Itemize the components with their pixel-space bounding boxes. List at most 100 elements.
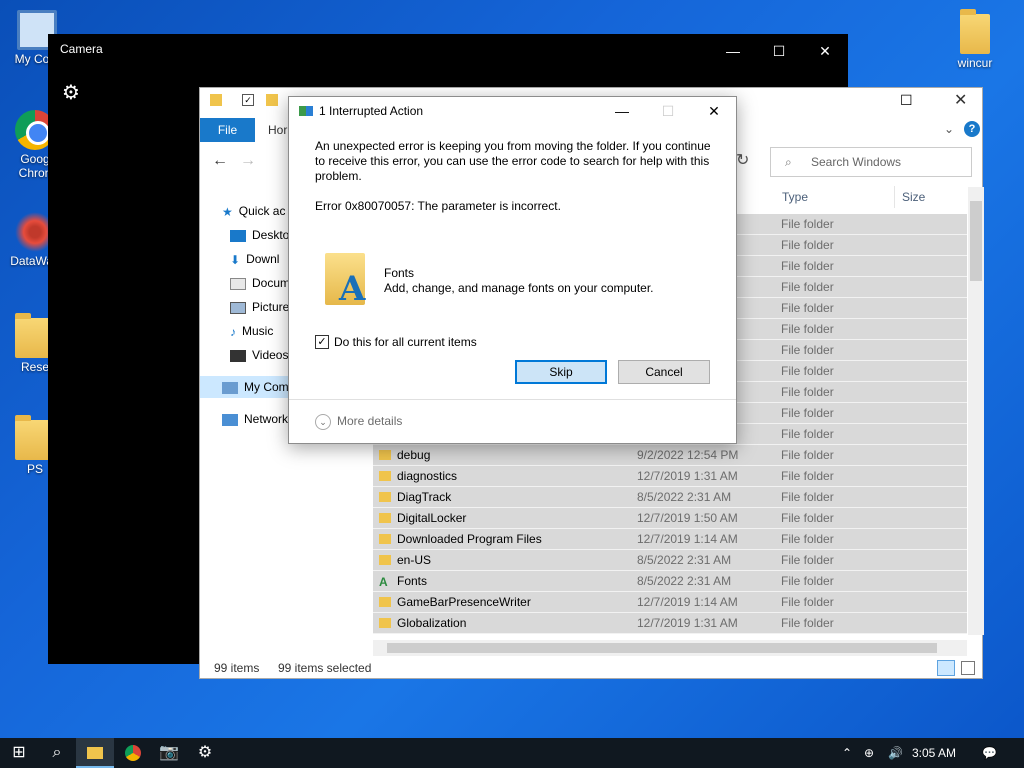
folder-icon: [379, 618, 391, 628]
close-button[interactable]: ✕: [802, 38, 848, 64]
scroll-thumb[interactable]: [387, 643, 937, 653]
sidebar-item-videos[interactable]: Videos: [230, 344, 288, 366]
skip-button[interactable]: Skip: [515, 360, 607, 384]
search-icon: ⌕: [52, 744, 62, 761]
table-row[interactable]: Downloaded Program Files 12/7/2019 1:14 A…: [373, 529, 967, 550]
notifications-icon[interactable]: 💬: [982, 738, 997, 768]
error-code: Error 0x80070057: The parameter is incor…: [315, 199, 561, 213]
dialog-message: An unexpected error is keeping you from …: [315, 139, 711, 183]
column-header-size[interactable]: Size: [902, 186, 925, 208]
search-button[interactable]: ⌕: [38, 738, 76, 768]
tab-file[interactable]: File: [200, 118, 255, 142]
sidebar-item-network[interactable]: Network: [222, 408, 288, 430]
network-icon[interactable]: ⊕: [864, 738, 874, 768]
row-name: en-US: [397, 553, 432, 567]
row-type: File folder: [781, 469, 834, 483]
check-icon[interactable]: ✓: [242, 94, 254, 106]
taskbar-settings[interactable]: ⚙: [186, 738, 224, 768]
table-row[interactable]: diagnostics 12/7/2019 1:31 AM File folder: [373, 466, 967, 487]
help-icon[interactable]: ?: [964, 121, 980, 137]
taskbar-file-explorer[interactable]: [76, 738, 114, 768]
row-name: Fonts: [397, 574, 428, 588]
table-row[interactable]: A Fonts 8/5/2022 2:31 AM File folder: [373, 571, 967, 592]
sidebar-item-downloads[interactable]: ⬇ Downl: [230, 248, 279, 270]
table-row[interactable]: Globalization 12/7/2019 1:31 AM File folde…: [373, 613, 967, 634]
tiles-view-icon[interactable]: [961, 661, 975, 675]
fonts-folder-icon: A: [325, 253, 371, 309]
taskbar: ⊞ ⌕ 📷 ⚙ ⌃ ⊕ 🔊 3:05 AM 💬: [0, 738, 1024, 768]
details-view-icon[interactable]: [937, 660, 955, 676]
desktop-icon-label: wincur: [957, 56, 993, 70]
maximize-button[interactable]: ☐: [756, 38, 802, 64]
settings-icon: ⚙: [197, 744, 213, 761]
sidebar-item-documents[interactable]: Docum: [230, 272, 290, 294]
row-type: File folder: [781, 217, 834, 231]
move-icon: [299, 106, 313, 116]
table-row[interactable]: DigitalLocker 12/7/2019 1:50 AM File folde…: [373, 508, 967, 529]
gear-icon[interactable]: ⚙: [62, 80, 80, 105]
chrome-icon: [125, 744, 141, 761]
video-icon: [230, 349, 246, 362]
chevron-up-icon[interactable]: ⌃: [842, 738, 852, 768]
table-row[interactable]: en-US 8/5/2022 2:31 AM File folder: [373, 550, 967, 571]
row-date: 12/7/2019 1:50 AM: [637, 511, 738, 525]
maximize-button[interactable]: ☐: [900, 92, 913, 109]
row-date: 12/7/2019 1:31 AM: [637, 616, 738, 630]
start-button[interactable]: ⊞: [0, 738, 38, 768]
row-name: Downloaded Program Files: [397, 532, 542, 546]
tab-home[interactable]: Hor: [268, 118, 287, 142]
folder-icon: [210, 94, 222, 106]
forward-arrow-icon[interactable]: →: [240, 152, 256, 170]
vertical-scrollbar[interactable]: [968, 187, 984, 635]
row-name: DigitalLocker: [397, 511, 467, 525]
clock[interactable]: 3:05 AM: [912, 738, 956, 768]
nav-label: My Com: [244, 380, 289, 394]
apply-all-label[interactable]: Do this for all current items: [334, 335, 477, 349]
computer-icon: [222, 381, 238, 394]
row-name: debug: [397, 448, 431, 462]
search-input[interactable]: ⌕ Search Windows: [770, 147, 972, 177]
table-row[interactable]: GameBarPresenceWriter 12/7/2019 1:14 AM Fi…: [373, 592, 967, 613]
refresh-icon[interactable]: ↻: [736, 150, 749, 170]
maximize-icon: ☐: [772, 43, 786, 59]
item-count: 99 items: [214, 661, 260, 675]
row-type: File folder: [781, 616, 834, 630]
table-row[interactable]: debug 9/2/2022 12:54 PM File folder: [373, 445, 967, 466]
nav-label: Picture: [252, 300, 290, 314]
taskbar-chrome[interactable]: [114, 738, 152, 768]
sidebar-item-music[interactable]: ♪ Music: [230, 320, 273, 342]
row-type: File folder: [781, 364, 834, 378]
picture-icon: [230, 301, 246, 314]
folder-icon: [379, 597, 391, 607]
column-header-type[interactable]: Type: [782, 186, 808, 208]
close-button[interactable]: ✕: [691, 97, 737, 125]
taskbar-camera[interactable]: 📷: [150, 738, 188, 768]
more-details-button[interactable]: ⌄ More details: [315, 414, 402, 430]
start-icon: ⊞: [12, 744, 26, 761]
minimize-button[interactable]: —: [599, 97, 645, 125]
volume-icon[interactable]: 🔊: [888, 738, 903, 768]
close-icon: ✕: [819, 43, 831, 59]
folder-icon: [960, 9, 990, 54]
back-arrow-icon[interactable]: ←: [212, 152, 228, 170]
row-name: diagnostics: [397, 469, 458, 483]
sidebar-item-my-computer[interactable]: My Com: [200, 376, 290, 398]
apply-all-checkbox[interactable]: ✓: [315, 335, 329, 349]
cancel-button[interactable]: Cancel: [618, 360, 710, 384]
close-button[interactable]: ✕: [954, 90, 967, 110]
dialog-title: 1 Interrupted Action: [319, 104, 424, 118]
row-type: File folder: [781, 238, 834, 252]
sidebar-item-desktop[interactable]: Deskto: [230, 224, 289, 246]
scroll-thumb[interactable]: [970, 201, 982, 281]
sidebar-item-quick-access[interactable]: ★ Quick ac: [222, 200, 285, 222]
desktop-icon-wincur[interactable]: wincur: [940, 9, 1010, 70]
row-date: 9/2/2022 12:54 PM: [637, 448, 739, 462]
column-divider[interactable]: [894, 186, 895, 208]
sidebar-item-pictures[interactable]: Picture: [230, 296, 289, 318]
nav-label: Deskto: [252, 228, 290, 242]
horizontal-scrollbar[interactable]: [373, 640, 967, 656]
chevron-down-icon[interactable]: ⌄: [944, 122, 954, 136]
table-row[interactable]: DiagTrack 8/5/2022 2:31 AM File folder: [373, 487, 967, 508]
row-name: GameBarPresenceWriter: [397, 595, 531, 609]
minimize-button[interactable]: —: [710, 38, 756, 64]
